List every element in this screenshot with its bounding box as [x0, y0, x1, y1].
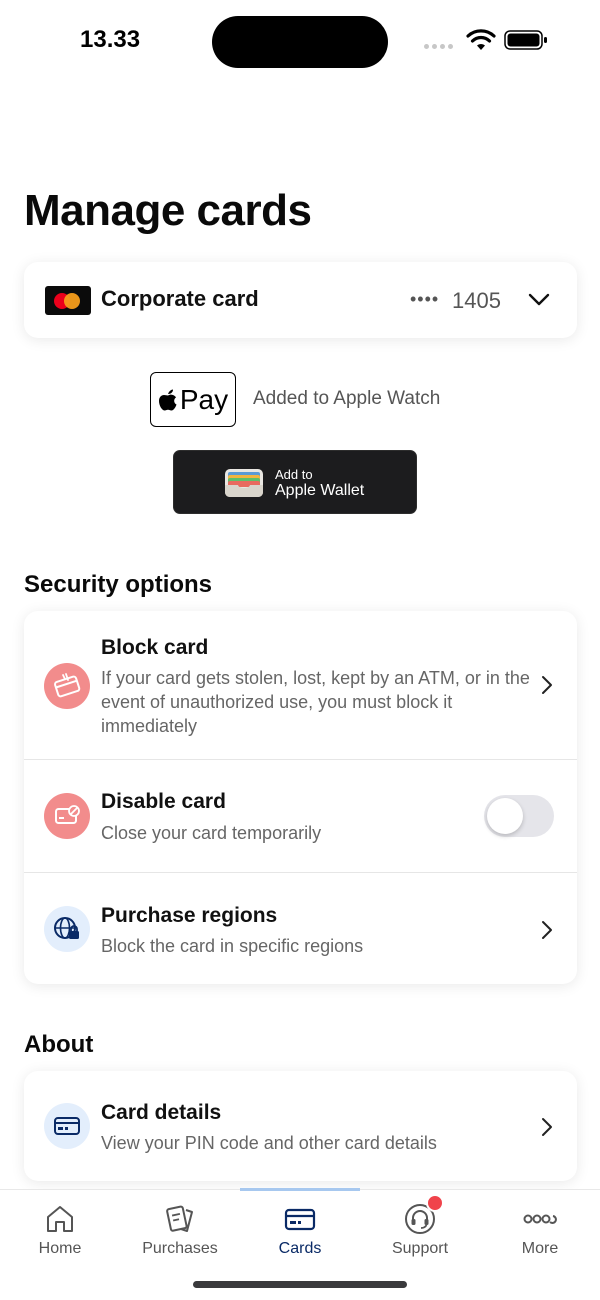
card-name: Corporate card	[101, 286, 259, 311]
card-icon	[44, 1103, 90, 1149]
chevron-right-icon	[542, 1118, 552, 1136]
receipts-icon	[166, 1205, 193, 1232]
disable-card-description: Close your card temporarily	[101, 823, 322, 843]
card-details-title: Card details	[101, 1101, 222, 1124]
mastercard-logo-icon	[45, 286, 91, 315]
blocked-card-icon	[44, 663, 90, 709]
card-details-row[interactable]: Card details View your PIN code and othe…	[24, 1071, 577, 1181]
card-masked-dots: ••••	[410, 289, 440, 309]
apple-pay-badge: Pay	[150, 372, 236, 427]
add-to-apple-wallet-button[interactable]: Add to Apple Wallet	[173, 450, 417, 514]
tab-purchases-label: Purchases	[142, 1240, 218, 1257]
tab-cards-label: Cards	[278, 1240, 322, 1257]
status-time: 13.33	[80, 26, 141, 53]
purchase-regions-title: Purchase regions	[101, 904, 278, 927]
apple-logo-icon	[158, 389, 177, 410]
card-selector[interactable]: Corporate card •••• 1405	[24, 262, 577, 338]
wallet-button-line2: Apple Wallet	[275, 482, 365, 499]
tab-cards[interactable]: Cards	[240, 1190, 360, 1270]
tab-purchases[interactable]: Purchases	[120, 1190, 240, 1270]
apple-watch-status: Added to Apple Watch	[253, 388, 441, 409]
wallet-button-line1: Add to	[275, 467, 313, 482]
tab-more-label: More	[521, 1240, 559, 1257]
page-title: Manage cards	[24, 186, 312, 235]
block-card-title: Block card	[101, 636, 209, 659]
chevron-right-icon	[542, 921, 552, 939]
wallet-icon	[225, 469, 263, 497]
disabled-card-icon	[44, 793, 90, 839]
home-icon	[47, 1206, 73, 1232]
tab-more[interactable]: More	[480, 1190, 600, 1270]
battery-icon	[504, 30, 547, 50]
disable-card-title: Disable card	[101, 790, 226, 813]
status-bar: 13.33	[0, 0, 600, 84]
tab-home[interactable]: Home	[0, 1190, 120, 1270]
card-icon	[284, 1208, 316, 1231]
chevron-right-icon	[542, 676, 552, 694]
card-last-digits: 1405	[452, 288, 501, 313]
about-list: Card details View your PIN code and othe…	[24, 1071, 577, 1181]
home-indicator	[193, 1281, 407, 1288]
tab-home-label: Home	[38, 1240, 82, 1257]
security-options-heading: Security options	[24, 571, 213, 598]
block-card-description: If your card gets stolen, lost, kept by …	[101, 668, 530, 736]
more-icon	[523, 1214, 557, 1224]
wifi-icon	[466, 29, 496, 50]
dynamic-island	[212, 16, 388, 68]
cellular-signal-icon	[424, 44, 453, 49]
notification-badge	[426, 1194, 444, 1212]
block-card-row[interactable]: Block card If your card gets stolen, los…	[24, 611, 577, 759]
card-details-description: View your PIN code and other card detail…	[101, 1133, 437, 1153]
disable-card-row: Disable card Close your card temporarily	[24, 759, 577, 872]
purchase-regions-description: Block the card in specific regions	[101, 936, 364, 956]
globe-lock-icon	[44, 906, 90, 952]
tab-support-label: Support	[391, 1240, 449, 1257]
about-heading: About	[24, 1031, 94, 1058]
disable-card-toggle[interactable]	[484, 795, 554, 837]
tab-support[interactable]: Support	[360, 1190, 480, 1270]
purchase-regions-row[interactable]: Purchase regions Block the card in speci…	[24, 872, 577, 984]
apple-pay-text: Pay	[179, 383, 229, 415]
security-options-list: Block card If your card gets stolen, los…	[24, 611, 577, 984]
chevron-down-icon[interactable]	[528, 292, 550, 308]
